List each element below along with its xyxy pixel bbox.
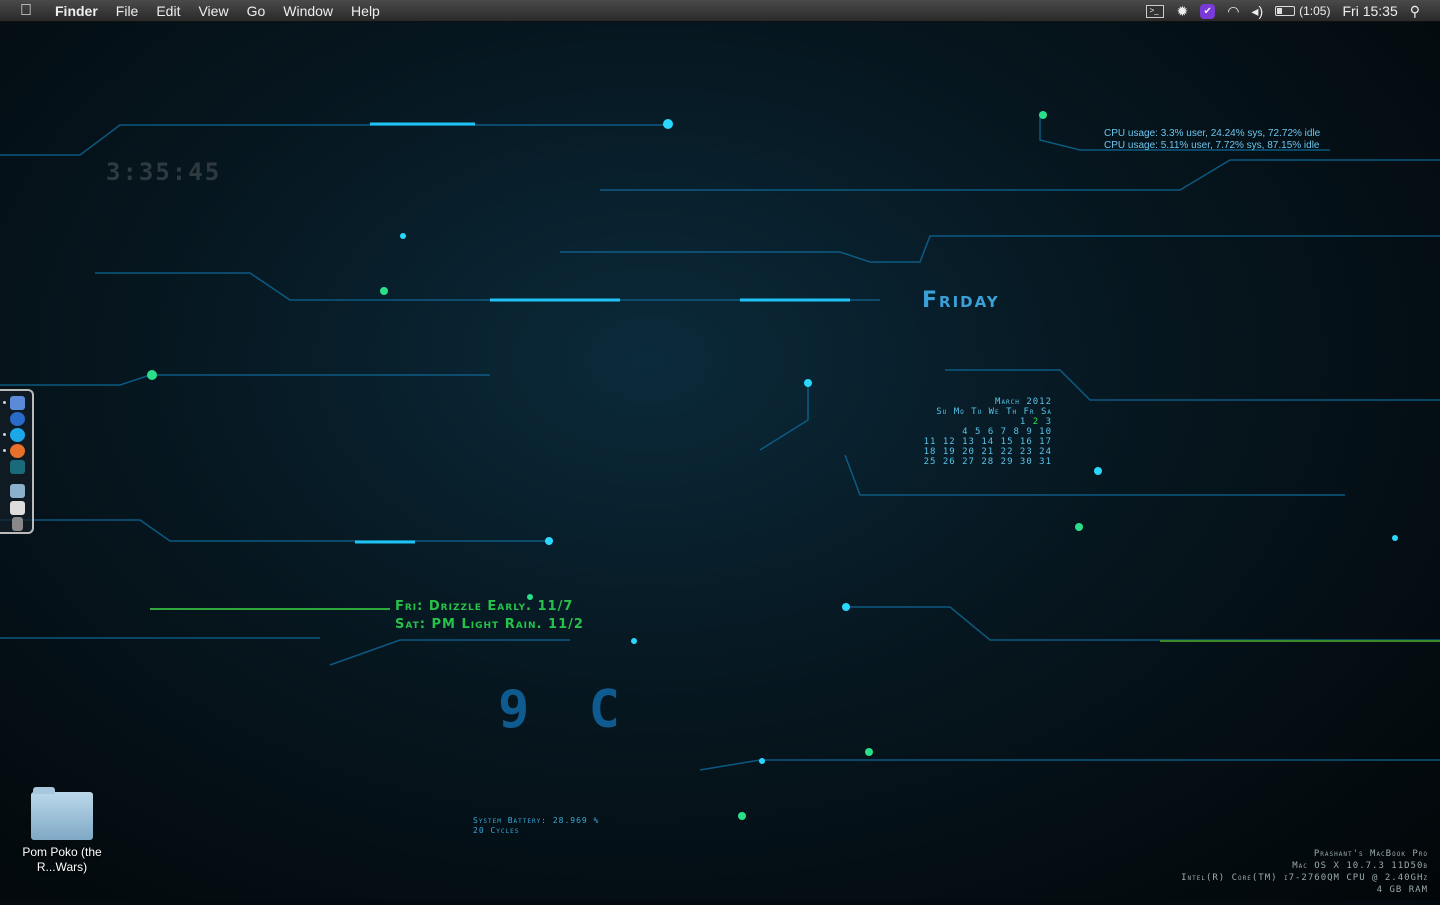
- spotlight-search-icon[interactable]: ⚲: [1410, 3, 1420, 20]
- menu-bar:  Finder File Edit View Go Window Help >…: [0, 0, 1440, 22]
- menu-go[interactable]: Go: [238, 0, 275, 22]
- calendar-row: 11 12 13 14 15 16 17: [923, 437, 1052, 447]
- folder-label: Pom Poko (the R...Wars): [22, 845, 102, 874]
- desktop-folder[interactable]: Pom Poko (the R...Wars): [20, 787, 104, 875]
- calendar-header: Su Mo Tu We Th Fr Sa: [936, 407, 1052, 417]
- folder-stack-icon[interactable]: [10, 484, 25, 498]
- wifi-icon[interactable]: ◠: [1227, 3, 1239, 20]
- volume-icon[interactable]: ◂): [1251, 3, 1263, 20]
- trash-icon[interactable]: [12, 517, 23, 531]
- menu-edit[interactable]: Edit: [147, 0, 189, 22]
- battery-percent: System Battery: 28.969 %: [473, 816, 600, 825]
- skype-icon[interactable]: [10, 428, 25, 442]
- battery-time: (1:05): [1299, 4, 1331, 18]
- system-name: Prashant's MacBook Pro: [1313, 849, 1428, 859]
- running-indicator: [3, 449, 6, 452]
- forecast-line: Sat: PM Light Rain. 11/2: [395, 617, 584, 632]
- temperature-widget: 9 C: [498, 680, 634, 740]
- calendar-row: 1 2 3: [1019, 417, 1052, 427]
- clock-widget: 3:35:45: [106, 158, 222, 186]
- calendar-title: March 2012: [995, 397, 1052, 407]
- task-check-icon[interactable]: ✔: [1200, 3, 1216, 19]
- app-icon[interactable]: [10, 460, 25, 474]
- os-version: Mac OS X 10.7.3 11D50b: [1292, 861, 1428, 871]
- calendar-row: 25 26 27 28 29 30 31: [923, 457, 1052, 467]
- ram: 4 GB RAM: [1376, 885, 1428, 895]
- menu-window[interactable]: Window: [274, 0, 342, 22]
- battery-status[interactable]: (1:05): [1275, 4, 1330, 18]
- battery-cycles: 20 Cycles: [473, 826, 520, 835]
- apple-menu-icon[interactable]: : [0, 2, 46, 20]
- terminal-icon[interactable]: >_: [1146, 4, 1165, 18]
- finder-icon[interactable]: [10, 396, 25, 410]
- itunes-icon[interactable]: [10, 412, 25, 426]
- system-info-widget: Prashant's MacBook Pro Mac OS X 10.7.3 1…: [1181, 848, 1428, 896]
- running-indicator: [3, 433, 6, 436]
- running-indicator: [3, 401, 6, 404]
- firefox-icon[interactable]: [10, 444, 25, 458]
- calendar-today: 2: [1032, 417, 1040, 427]
- menu-view[interactable]: View: [189, 0, 237, 22]
- menu-help[interactable]: Help: [342, 0, 389, 22]
- cpu-usage-widget: CPU usage: 3.3% user, 24.24% sys, 72.72%…: [1104, 128, 1320, 152]
- battery-icon: [1275, 6, 1296, 16]
- cpu-line: CPU usage: 5.11% user, 7.72% sys, 87.15%…: [1104, 140, 1320, 151]
- menu-app-finder[interactable]: Finder: [46, 0, 107, 22]
- menu-clock[interactable]: Fri 15:35: [1342, 3, 1397, 19]
- forecast-line: Fri: Drizzle Early. 11/7: [395, 599, 574, 614]
- cpu-model: Intel(R) Core(TM) i7-2760QM CPU @ 2.40GH…: [1181, 873, 1428, 883]
- menu-file[interactable]: File: [107, 0, 148, 22]
- dock: [0, 389, 34, 534]
- preview-icon[interactable]: [10, 501, 25, 515]
- day-widget: Friday: [922, 288, 1000, 313]
- weather-forecast-widget: Fri: Drizzle Early. 11/7 Sat: PM Light R…: [395, 598, 584, 634]
- calendar-widget: March 2012 Su Mo Tu We Th Fr Sa 1 2 3 4 …: [910, 397, 1052, 467]
- gear-icon[interactable]: ✹: [1176, 3, 1188, 20]
- cpu-line: CPU usage: 3.3% user, 24.24% sys, 72.72%…: [1104, 128, 1321, 139]
- battery-widget: System Battery: 28.969 % 20 Cycles: [473, 816, 599, 836]
- folder-icon: [31, 787, 93, 840]
- calendar-row: 4 5 6 7 8 9 10: [962, 427, 1052, 437]
- calendar-row: 18 19 20 21 22 23 24: [923, 447, 1052, 457]
